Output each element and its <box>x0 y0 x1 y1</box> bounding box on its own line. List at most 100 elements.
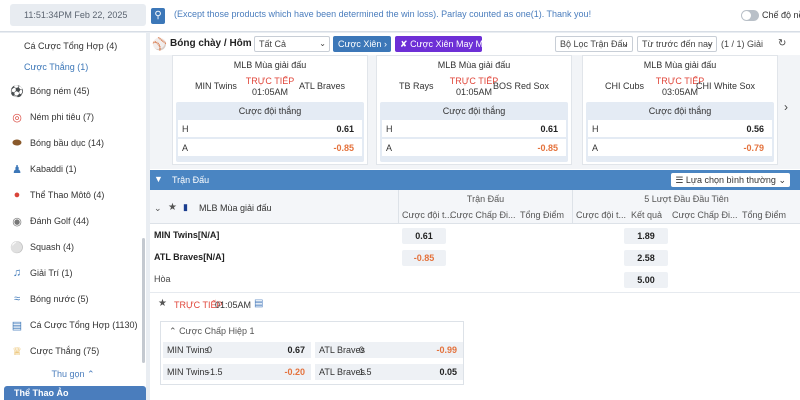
sidebar-item-label: Ném phi tiêu (7) <box>30 112 95 122</box>
odds-cell[interactable]: 1.89 <box>624 228 668 244</box>
card-odds-away[interactable]: A -0.85 <box>382 139 566 156</box>
sidebar-item-label: Bóng ném (45) <box>30 86 90 96</box>
carousel-next-icon[interactable]: › <box>784 100 788 114</box>
sidebar-item-rugby[interactable]: ⬬ Bóng bầu dục (14) <box>0 130 146 156</box>
group-header-first5: 5 Lượt Đầu Đầu Tiên <box>644 194 729 204</box>
sidebar-item-darts[interactable]: ◎ Ném phi tiêu (7) <box>0 104 146 130</box>
odds-cell[interactable]: 5.00 <box>624 272 668 288</box>
card-market-title: Cược đội thắng <box>238 106 302 116</box>
chevron-down-icon[interactable]: ⌄ <box>154 203 162 214</box>
chevron-up-icon: ⌃ <box>87 369 95 379</box>
table-row: Hòa 5.00 <box>150 269 800 291</box>
card-odds-away[interactable]: A -0.79 <box>588 139 772 156</box>
card-odds-home[interactable]: H 0.61 <box>382 120 566 137</box>
handicap-cell-home[interactable]: MIN Twins 0 0.67 <box>163 342 311 358</box>
match-card[interactable]: MLB Mùa giải đấu CHI Cubs TRỰC TIẾP 03:0… <box>582 55 778 165</box>
odds-cell[interactable]: 2.58 <box>624 250 668 266</box>
odds-value: 0.56 <box>746 124 764 134</box>
button-label: Cược Xiên <box>338 39 382 49</box>
league-pager: (1 / 1) Giải <box>721 39 764 49</box>
card-odds-home[interactable]: H 0.61 <box>178 120 362 137</box>
sidebar-item-entertainment[interactable]: ♫ Giải Trí (1) <box>0 260 146 286</box>
col-header: Cược đội t... <box>576 210 626 220</box>
handicap-cell-away[interactable]: ATL Braves 1.5 0.05 <box>315 364 463 380</box>
odds-type-select[interactable]: ☰ Lựa chọn bình thường ⌄ <box>671 173 790 187</box>
odds-value: -0.85 <box>333 143 354 153</box>
virtual-sports-label: Thể Thao Ảo <box>14 388 69 398</box>
section-title: Trận Đấu <box>172 175 210 185</box>
col-header: Cược đội t... <box>402 210 452 220</box>
sidebar-item-label: Bóng nước (5) <box>30 294 89 304</box>
card-league: MLB Mùa giải đấu <box>643 60 717 70</box>
side-label: H <box>182 124 189 134</box>
match-card[interactable]: MLB Mùa giải đấu TB Rays TRỰC TIẾP 01:05… <box>376 55 572 165</box>
chevron-down-icon: ⌄ <box>319 39 326 48</box>
col-header: Tổng Điểm <box>520 210 565 220</box>
motorsport-icon: ● <box>13 189 21 201</box>
select-value: Bộ Lọc Trận Đấu <box>560 39 628 49</box>
parlay-button[interactable]: Cược Xiên › <box>333 36 391 52</box>
search-button[interactable]: ⚲ <box>151 8 165 24</box>
match-section-header[interactable]: ▼ Trận Đấu ☰ Lựa chọn bình thường ⌄ <box>150 170 800 190</box>
lucky-parlay-button[interactable]: ✘ Cược Xiên May Mắn <box>395 36 493 52</box>
card-away-team: BOS Red Sox <box>492 81 549 91</box>
handicap-panel: ⌃ Cược Chấp Hiệp 1 MIN Twins 0 0.67 ATL … <box>160 321 464 385</box>
sidebar-item-label: Cược Thắng (75) <box>30 346 100 356</box>
sidebar-item-label: Thể Thao Môtô (4) <box>30 190 105 200</box>
sidebar-item-golf[interactable]: ◉ Đánh Golf (44) <box>0 208 146 234</box>
side-label: A <box>386 143 393 153</box>
squash-icon: ⚪ <box>10 241 24 254</box>
card-away-team: CHI White Sox <box>695 81 755 91</box>
handicap-price: -0.99 <box>436 345 457 355</box>
card-odds-away[interactable]: A -0.85 <box>178 139 362 156</box>
card-market-title: Cược đội thắng <box>442 106 506 116</box>
side-label: A <box>182 143 189 153</box>
sidebar-item-motorsport[interactable]: ● Thể Thao Môtô (4) <box>0 182 146 208</box>
sidebar-item-label: Cược Thắng (1) <box>24 62 89 72</box>
kabaddi-icon: ♟ <box>12 163 22 176</box>
featured-matches-carousel: MLB Mùa giải đấu MIN Twins TRỰC TIẾP 01:… <box>150 55 800 169</box>
sidebar-scrollbar[interactable] <box>142 238 145 363</box>
virtual-sports-header[interactable]: Thể Thao Ảo <box>4 386 146 400</box>
match-filter-select[interactable]: Bộ Lọc Trận Đấu ⌄ <box>555 36 633 52</box>
star-icon[interactable]: ★ <box>168 202 177 213</box>
table-row: ATL Braves[N/A] -0.85 2.58 <box>150 247 800 269</box>
chevron-down-icon: ⌄ <box>778 175 786 185</box>
sidebar-item-parlay[interactable]: ▤ Cá Cược Tổng Hợp (1130) <box>0 312 146 338</box>
sidebar-item-outright-sub[interactable]: Cược Thắng (1) <box>0 54 146 80</box>
refresh-icon[interactable]: ↻ <box>778 36 786 52</box>
market-filter-select[interactable]: Tất Cả ⌄ <box>254 36 330 52</box>
chevron-down-icon: ⌄ <box>706 39 713 48</box>
card-league: MLB Mùa giải đấu <box>233 60 307 70</box>
handicap-title-text: Cược Chấp Hiệp 1 <box>179 326 255 336</box>
sidebar-item-kabaddi[interactable]: ♟ Kabaddi (1) <box>0 156 146 182</box>
match-card[interactable]: MLB Mùa giải đấu MIN Twins TRỰC TIẾP 01:… <box>172 55 368 165</box>
sidebar-item-water-polo[interactable]: ≈ Bóng nước (5) <box>0 286 146 312</box>
announcement-ticker: (Except those products which have been d… <box>174 9 592 19</box>
handball-icon: ⚽ <box>10 85 24 98</box>
rugby-icon: ⬬ <box>12 136 22 149</box>
sidebar-item-handball[interactable]: ⚽ Bóng ném (45) <box>0 78 146 104</box>
odds-cell[interactable]: 0.61 <box>402 228 446 244</box>
sidebar-item-outright[interactable]: ♕ Cược Thắng (75) <box>0 338 146 364</box>
odds-cell[interactable]: -0.85 <box>402 250 446 266</box>
search-icon: ⚲ <box>154 10 162 21</box>
collapse-label: Thu gọn <box>51 369 85 379</box>
collapse-button[interactable]: Thu gọn ⌃ <box>0 364 146 384</box>
background-mode-toggle[interactable] <box>741 10 759 21</box>
stats-icon[interactable]: ▤ <box>254 298 263 309</box>
golf-icon: ◉ <box>12 215 22 228</box>
group-header-match: Trận Đấu <box>466 194 505 204</box>
handicap-line: 0 <box>207 345 213 355</box>
sidebar-item-squash[interactable]: ⚪ Squash (4) <box>0 234 146 260</box>
handicap-cell-home[interactable]: MIN Twins -1.5 -0.20 <box>163 364 311 380</box>
handicap-cell-away[interactable]: ATL Braves 0 -0.99 <box>315 342 463 358</box>
star-icon[interactable]: ★ <box>158 298 167 309</box>
chevron-down-icon: ⌄ <box>622 39 629 48</box>
sort-select[interactable]: Từ trước đến nay ⌄ <box>637 36 717 52</box>
odds-value: 0.61 <box>540 124 558 134</box>
card-odds-home[interactable]: H 0.56 <box>588 120 772 137</box>
handicap-line: 1.5 <box>359 367 372 377</box>
darts-icon: ◎ <box>12 111 22 124</box>
handicap-title: ⌃ Cược Chấp Hiệp 1 <box>169 326 255 337</box>
